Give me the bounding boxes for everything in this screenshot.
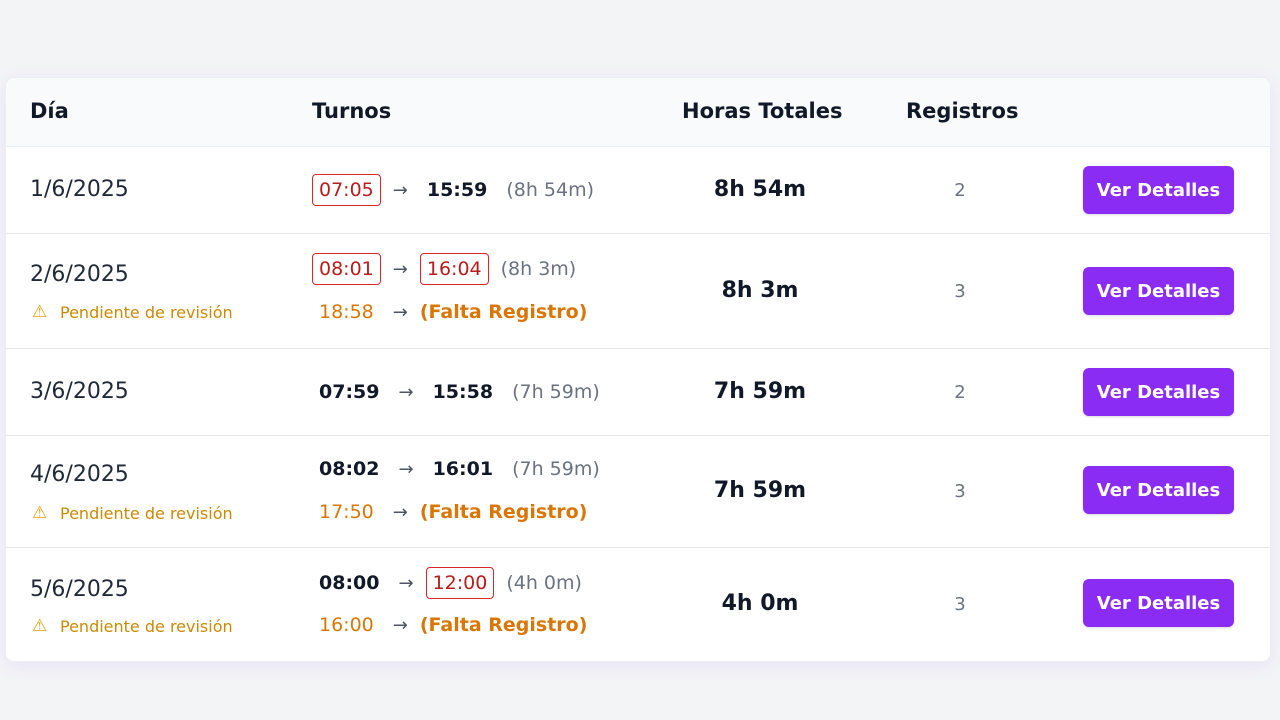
shift-line: 08:01 → 16:04 (8h 3m)	[312, 252, 576, 286]
pending-review-text: Pendiente de revisión	[60, 302, 233, 322]
shift-start-time: 18:58	[319, 301, 374, 323]
row-records-count: 2	[954, 382, 966, 403]
row-records-count: 3	[954, 281, 966, 302]
shift-start-time: 08:00	[319, 572, 380, 594]
pending-review-label: ⚠ Pendiente de revisión	[32, 302, 233, 322]
row-total-hours: 8h 3m	[721, 278, 799, 303]
shift-duration: (8h 3m)	[500, 258, 577, 280]
shift-end-time: 15:59	[426, 179, 488, 201]
warning-triangle-icon: ⚠	[32, 616, 48, 636]
shift-start-time: 17:50	[319, 501, 374, 523]
header-day: Día	[30, 99, 69, 123]
row-date: 2/6/2025	[30, 262, 129, 287]
shift-start-time: 08:01	[312, 253, 381, 285]
row-date: 5/6/2025	[30, 577, 129, 602]
shift-duration: (4h 0m)	[506, 572, 582, 594]
pending-review-text: Pendiente de revisión	[60, 616, 233, 636]
table-row: 1/6/2025 07:05 → 15:59 (8h 54m) 8h 54m 2…	[6, 147, 1270, 234]
right-arrow-icon: →	[392, 614, 408, 636]
shift-duration: (7h 59m)	[512, 458, 600, 480]
row-date: 1/6/2025	[30, 177, 129, 202]
row-date: 4/6/2025	[30, 462, 129, 487]
right-arrow-icon: →	[392, 301, 408, 323]
row-date: 3/6/2025	[30, 379, 129, 404]
shift-start-time: 07:59	[319, 381, 380, 403]
table-row: 3/6/2025 07:59 → 15:58 (7h 59m) 7h 59m 2…	[6, 349, 1270, 436]
missing-record-label: (Falta Registro)	[419, 301, 588, 323]
row-total-hours: 8h 54m	[713, 177, 807, 202]
header-records: Registros	[906, 99, 1019, 123]
pending-review-label: ⚠ Pendiente de revisión	[32, 616, 233, 636]
missing-record-label: (Falta Registro)	[419, 614, 588, 636]
shift-start-time: 16:00	[319, 614, 374, 636]
table-row: 4/6/2025 ⚠ Pendiente de revisión 08:02 →…	[6, 436, 1270, 548]
row-records-count: 3	[954, 481, 966, 502]
row-total-hours: 7h 59m	[713, 379, 807, 404]
shift-end-time: 16:04	[419, 253, 489, 285]
attendance-table: Día Turnos Horas Totales Registros 1/6/2…	[6, 78, 1270, 661]
view-details-button[interactable]: Ver Detalles	[1083, 166, 1234, 214]
table-row: 2/6/2025 ⚠ Pendiente de revisión 08:01 →…	[6, 234, 1270, 349]
right-arrow-icon: →	[398, 458, 414, 480]
shift-line-incomplete: 18:58 → (Falta Registro)	[312, 295, 587, 329]
shift-line: 08:02 → 16:01 (7h 59m)	[312, 452, 600, 486]
right-arrow-icon: →	[392, 501, 408, 523]
shift-end-time: 16:01	[432, 458, 494, 480]
shift-start-time: 07:05	[312, 174, 381, 206]
view-details-button[interactable]: Ver Detalles	[1083, 466, 1234, 514]
warning-triangle-icon: ⚠	[32, 503, 48, 523]
pending-review-text: Pendiente de revisión	[60, 503, 233, 523]
header-total-hours: Horas Totales	[682, 99, 843, 123]
shift-line-incomplete: 17:50 → (Falta Registro)	[312, 495, 587, 529]
shift-duration: (8h 54m)	[506, 179, 595, 201]
table-header: Día Turnos Horas Totales Registros	[6, 78, 1270, 147]
shift-line-incomplete: 16:00 → (Falta Registro)	[312, 608, 587, 642]
right-arrow-icon: →	[392, 258, 408, 280]
view-details-button[interactable]: Ver Detalles	[1083, 368, 1234, 416]
row-total-hours: 4h 0m	[721, 591, 799, 616]
shift-line: 07:59 → 15:58 (7h 59m)	[312, 375, 600, 409]
shift-line: 07:05 → 15:59 (8h 54m)	[312, 173, 594, 207]
row-records-count: 3	[954, 594, 966, 615]
header-shifts: Turnos	[312, 99, 392, 123]
table-row: 5/6/2025 ⚠ Pendiente de revisión 08:00 →…	[6, 548, 1270, 661]
shift-end-time: 15:58	[432, 381, 494, 403]
shift-duration: (7h 59m)	[512, 381, 600, 403]
row-records-count: 2	[954, 180, 966, 201]
shift-end-time: 12:00	[425, 567, 495, 599]
shift-line: 08:00 → 12:00 (4h 0m)	[312, 566, 582, 600]
missing-record-label: (Falta Registro)	[419, 501, 588, 523]
right-arrow-icon: →	[398, 572, 414, 594]
view-details-button[interactable]: Ver Detalles	[1083, 267, 1234, 315]
row-total-hours: 7h 59m	[713, 478, 807, 503]
right-arrow-icon: →	[392, 179, 408, 201]
view-details-button[interactable]: Ver Detalles	[1083, 579, 1234, 627]
right-arrow-icon: →	[398, 381, 414, 403]
warning-triangle-icon: ⚠	[32, 302, 48, 322]
shift-start-time: 08:02	[319, 458, 380, 480]
pending-review-label: ⚠ Pendiente de revisión	[32, 503, 233, 523]
